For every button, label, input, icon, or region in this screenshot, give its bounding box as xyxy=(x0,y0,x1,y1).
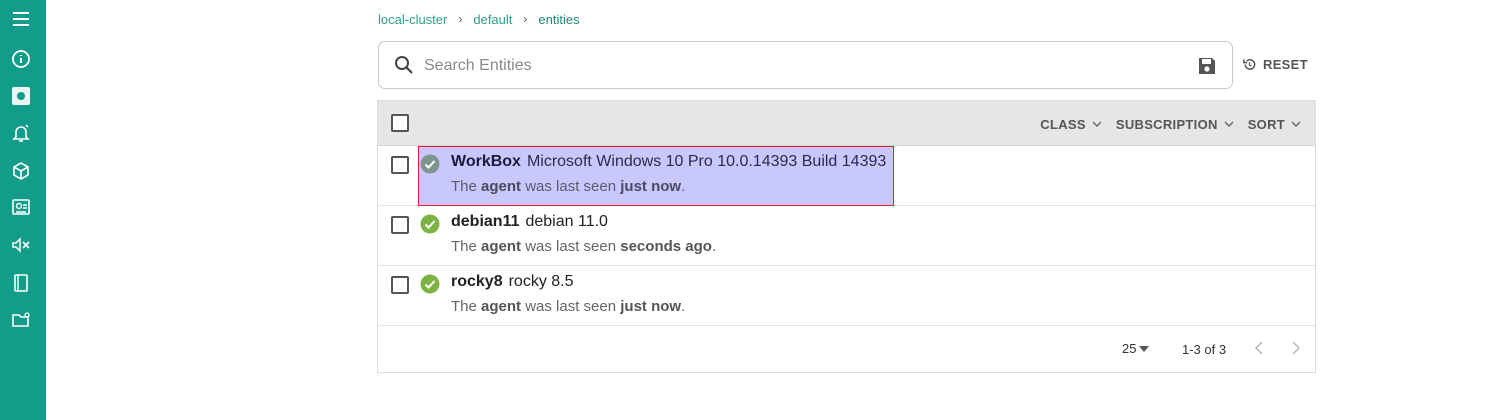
breadcrumb-separator: › xyxy=(458,12,463,26)
save-icon[interactable] xyxy=(1196,55,1218,77)
breadcrumb-separator: › xyxy=(523,12,528,26)
pagination-range: 1-3 of 3 xyxy=(1182,342,1227,357)
breadcrumb-item-namespace[interactable]: default xyxy=(473,12,512,27)
menu-icon[interactable] xyxy=(10,8,32,30)
silence-icon[interactable] xyxy=(10,234,32,256)
check-circle-icon xyxy=(420,214,440,234)
subscription-filter-button[interactable]: SUBSCRIPTION xyxy=(1116,117,1234,132)
info-icon[interactable] xyxy=(10,48,32,70)
last-seen-agent: agent xyxy=(481,238,522,255)
entity-os: rocky 8.5 xyxy=(508,273,574,290)
last-seen-agent: agent xyxy=(481,298,522,315)
entity-title: WorkBox Microsoft Windows 10 Pro 10.0.143… xyxy=(451,153,886,171)
class-filter-label: CLASS xyxy=(1040,116,1086,132)
breadcrumb-item-entities[interactable]: entities xyxy=(538,12,579,27)
row-checkbox[interactable] xyxy=(391,276,409,294)
sort-label: SORT xyxy=(1247,116,1285,132)
entity-last-seen: The agent was last seen seconds ago. xyxy=(451,238,716,255)
chevron-down-icon xyxy=(1224,121,1234,127)
history-icon xyxy=(1243,58,1256,70)
last-seen-agent: agent xyxy=(481,178,522,195)
search-input[interactable] xyxy=(424,54,1164,78)
table-header: CLASS SUBSCRIPTION SORT xyxy=(378,101,1315,146)
table-row[interactable]: rocky8 rocky 8.5 The agent was last seen … xyxy=(378,266,1315,326)
last-seen-suffix: . xyxy=(711,238,717,255)
pagination: 25 1-3 of 3 xyxy=(378,326,1315,372)
box-icon[interactable] xyxy=(10,160,32,182)
book-icon[interactable] xyxy=(10,272,32,294)
chevron-down-icon xyxy=(1092,121,1102,127)
last-seen-time: seconds ago xyxy=(620,238,712,255)
reset-label: RESET xyxy=(1263,56,1308,72)
entity-table: CLASS SUBSCRIPTION SORT WorkBox Microsoft… xyxy=(377,100,1316,373)
subscription-filter-label: SUBSCRIPTION xyxy=(1115,116,1218,132)
search-icon xyxy=(395,56,413,74)
last-seen-suffix: . xyxy=(681,298,686,315)
chevron-left-icon xyxy=(1254,341,1263,355)
folder-icon[interactable] xyxy=(10,309,32,331)
breadcrumb-item-cluster[interactable]: local-cluster xyxy=(378,12,447,27)
table-row[interactable]: debian11 debian 11.0 The agent was last s… xyxy=(378,206,1315,266)
last-seen-prefix: The xyxy=(451,298,482,315)
entity-name-link[interactable]: debian11 xyxy=(451,213,519,230)
select-all-checkbox[interactable] xyxy=(391,114,409,132)
entity-name-link[interactable]: rocky8 xyxy=(451,273,503,290)
entity-last-seen: The agent was last seen just now. xyxy=(451,178,685,195)
next-page-button[interactable] xyxy=(1286,339,1304,357)
rows-per-page-value: 25 xyxy=(1122,341,1137,356)
class-filter-button[interactable]: CLASS xyxy=(1040,117,1102,132)
row-checkbox[interactable] xyxy=(391,216,409,234)
rows-per-page-select[interactable]: 25 xyxy=(1122,341,1150,356)
last-seen-time: just now xyxy=(620,178,682,195)
entities-icon[interactable] xyxy=(10,197,32,219)
last-seen-middle: was last seen xyxy=(521,178,621,195)
row-checkbox[interactable] xyxy=(391,156,409,174)
breadcrumb: local-cluster › default › entities xyxy=(378,11,580,27)
entity-name-link[interactable]: WorkBox xyxy=(451,153,521,170)
entity-last-seen: The agent was last seen just now. xyxy=(451,298,685,315)
last-seen-prefix: The xyxy=(451,238,482,255)
last-seen-middle: was last seen xyxy=(521,238,621,255)
entity-os: Microsoft Windows 10 Pro 10.0.14393 Buil… xyxy=(526,153,887,170)
last-seen-suffix: . xyxy=(681,178,686,195)
sidebar xyxy=(0,0,46,420)
dashboard-icon[interactable] xyxy=(10,85,32,107)
header-controls: CLASS SUBSCRIPTION SORT xyxy=(1040,115,1301,133)
entity-title: rocky8 rocky 8.5 xyxy=(451,273,574,291)
entity-title: debian11 debian 11.0 xyxy=(451,213,608,231)
entity-os: debian 11.0 xyxy=(525,213,608,230)
last-seen-middle: was last seen xyxy=(521,298,621,315)
reset-button[interactable]: RESET xyxy=(1242,55,1308,73)
caret-down-icon xyxy=(1139,345,1150,352)
bell-icon[interactable] xyxy=(10,122,32,144)
search-box xyxy=(378,41,1233,89)
check-circle-icon xyxy=(420,274,440,294)
chevron-down-icon xyxy=(1291,121,1301,127)
check-circle-icon xyxy=(420,154,440,174)
last-seen-time: just now xyxy=(620,298,682,315)
previous-page-button[interactable] xyxy=(1251,339,1269,357)
chevron-right-icon xyxy=(1292,341,1301,355)
sort-button[interactable]: SORT xyxy=(1248,117,1301,132)
table-row[interactable]: WorkBox Microsoft Windows 10 Pro 10.0.143… xyxy=(378,146,1315,206)
last-seen-prefix: The xyxy=(451,178,482,195)
